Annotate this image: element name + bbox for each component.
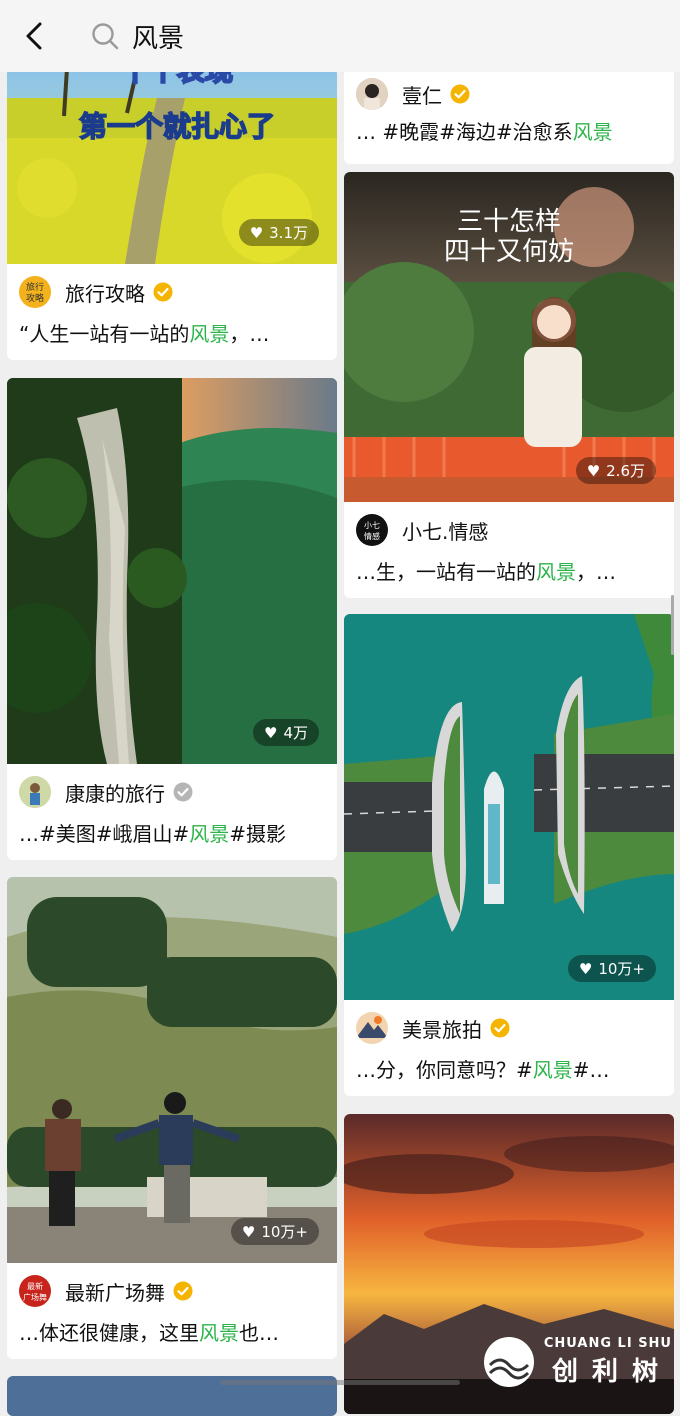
verified-icon <box>450 84 470 104</box>
author-name[interactable]: 美景旅拍 <box>402 1014 482 1043</box>
video-card[interactable]: 三十怎样 四十又何妨 ♥ 2.6万 小七 情感 小七.情感 …生，一站有一站的风… <box>344 172 674 598</box>
desc-text-tail: #… <box>572 1058 610 1082</box>
home-indicator[interactable] <box>220 1380 460 1385</box>
video-card[interactable]: ♥ 10万+ 美景旅拍 …分，你同意吗？#风景#… <box>344 614 674 1096</box>
search-bar[interactable]: 风景 <box>68 0 184 72</box>
search-icon <box>92 23 119 50</box>
desc-text: …生，一站有一站的 <box>356 560 536 584</box>
author-name[interactable]: 最新广场舞 <box>65 1277 165 1306</box>
like-count-badge: ♥ 4万 <box>253 719 319 746</box>
watermark: CHUANG LI SHU 创利树 <box>482 1335 672 1389</box>
verified-icon <box>173 782 193 802</box>
heart-icon: ♥ <box>241 1222 256 1241</box>
search-query-text[interactable]: 风景 <box>132 18 184 55</box>
desc-text-tail: ，… <box>576 560 616 584</box>
video-thumbnail[interactable]: ♥ 4万 <box>7 378 337 764</box>
desc-text-tail: #摄影 <box>229 822 287 846</box>
video-card[interactable]: 壹仁 … #晚霞#海边#治愈系风景 <box>344 66 674 164</box>
desc-text-tail: ，… <box>229 322 270 346</box>
like-count: 4万 <box>283 724 308 742</box>
svg-text:情感: 情感 <box>364 531 380 541</box>
watermark-en: CHUANG LI SHU <box>543 1336 672 1351</box>
post-description[interactable]: “人生一站有一站的风景，… <box>7 320 337 360</box>
overlay-title-line-2: 第一个就扎心了 <box>79 110 275 143</box>
desc-text: …体还很健康，这里 <box>19 1321 199 1345</box>
chevron-left-icon <box>26 22 42 50</box>
back-button[interactable] <box>0 0 68 72</box>
author-name[interactable]: 壹仁 <box>402 80 442 109</box>
desc-text: …分，你同意吗？# <box>356 1058 533 1082</box>
avatar[interactable] <box>356 1012 388 1044</box>
verified-icon <box>490 1018 510 1038</box>
desc-keyword-highlight: 风景 <box>536 560 576 584</box>
video-thumbnail[interactable]: ♥ 10万+ <box>344 614 674 1000</box>
top-bar: 风景 <box>0 0 680 72</box>
avatar[interactable]: 旅行 攻略 <box>19 276 51 308</box>
like-count: 3.1万 <box>269 224 308 242</box>
desc-keyword-highlight: 风景 <box>199 1321 239 1345</box>
author-name[interactable]: 旅行攻略 <box>65 278 145 307</box>
post-description[interactable]: …生，一站有一站的风景，… <box>344 558 674 598</box>
heart-icon: ♥ <box>249 223 264 242</box>
post-description[interactable]: …体还很健康，这里风景也… <box>7 1319 337 1359</box>
desc-keyword-highlight: 风景 <box>189 322 230 346</box>
author-row[interactable]: 旅行 攻略 旅行攻略 <box>7 264 337 320</box>
post-description[interactable]: … #晚霞#海边#治愈系风景 <box>344 114 674 154</box>
svg-text:小七: 小七 <box>364 521 380 530</box>
heart-icon: ♥ <box>264 723 278 742</box>
like-count-badge: ♥ 2.6万 <box>575 457 656 484</box>
avatar[interactable]: 小七 情感 <box>356 514 388 546</box>
video-thumbnail[interactable]: 三十怎样 四十又何妨 ♥ 2.6万 <box>344 172 674 502</box>
overlay-title-line-1: 三十怎样 <box>457 207 561 237</box>
video-card[interactable]: 十个表现 第一个就扎心了 ♥ 3.1万 旅行 攻略 旅行攻略 “人生一站有一站的… <box>7 68 337 360</box>
watermark-logo-icon <box>483 1337 534 1387</box>
author-row[interactable]: 壹仁 <box>344 74 674 114</box>
video-card[interactable]: ♥ 4万 康康的旅行 …#美图#峨眉山#风景#摄影 <box>7 378 337 860</box>
like-count: 2.6万 <box>606 462 645 480</box>
post-description[interactable]: …#美图#峨眉山#风景#摄影 <box>7 820 337 860</box>
desc-text-tail: 也… <box>239 1321 279 1345</box>
post-description[interactable]: …分，你同意吗？#风景#… <box>344 1056 674 1096</box>
author-row[interactable]: 康康的旅行 <box>7 764 337 820</box>
video-thumbnail[interactable]: ♥ 10万+ <box>7 877 337 1263</box>
author-row[interactable]: 最新 广场舞 最新广场舞 <box>7 1263 337 1319</box>
author-name[interactable]: 康康的旅行 <box>65 778 165 807</box>
desc-keyword-highlight: 风景 <box>189 822 230 846</box>
overlay-title-line-2: 四十又何妨 <box>444 237 574 267</box>
desc-text: …#美图#峨眉山# <box>19 822 190 846</box>
author-row[interactable]: 小七 情感 小七.情感 <box>344 502 674 558</box>
verified-icon <box>173 1281 193 1301</box>
desc-keyword-highlight: 风景 <box>532 1058 573 1082</box>
avatar[interactable] <box>19 776 51 808</box>
like-count: 10万+ <box>598 960 645 978</box>
avatar[interactable]: 最新 广场舞 <box>19 1275 51 1307</box>
svg-text:广场舞: 广场舞 <box>23 1292 47 1302</box>
video-thumbnail[interactable]: 十个表现 第一个就扎心了 ♥ 3.1万 <box>7 68 337 264</box>
verified-icon <box>153 282 173 302</box>
author-row[interactable]: 美景旅拍 <box>344 1000 674 1056</box>
scrollbar-thumb[interactable] <box>671 595 674 655</box>
heart-icon: ♥ <box>586 461 601 480</box>
avatar[interactable] <box>356 78 388 110</box>
watermark-cn: 创利树 <box>551 1357 672 1387</box>
like-count-badge: ♥ 10万+ <box>567 955 656 982</box>
like-count: 10万+ <box>261 1223 308 1241</box>
desc-text: … #晚霞#海边#治愈系 <box>356 120 573 144</box>
video-card[interactable]: ♥ 10万+ 最新 广场舞 最新广场舞 …体还很健康，这里风景也… <box>7 877 337 1359</box>
desc-keyword-highlight: 风景 <box>572 120 613 144</box>
svg-text:旅行: 旅行 <box>26 281 44 293</box>
svg-text:攻略: 攻略 <box>26 292 44 304</box>
svg-text:最新: 最新 <box>27 1281 43 1291</box>
author-name[interactable]: 小七.情感 <box>402 516 488 545</box>
desc-text: “人生一站有一站的 <box>19 322 190 346</box>
like-count-badge: ♥ 3.1万 <box>238 219 319 246</box>
like-count-badge: ♥ 10万+ <box>230 1218 319 1245</box>
heart-icon: ♥ <box>578 959 593 978</box>
